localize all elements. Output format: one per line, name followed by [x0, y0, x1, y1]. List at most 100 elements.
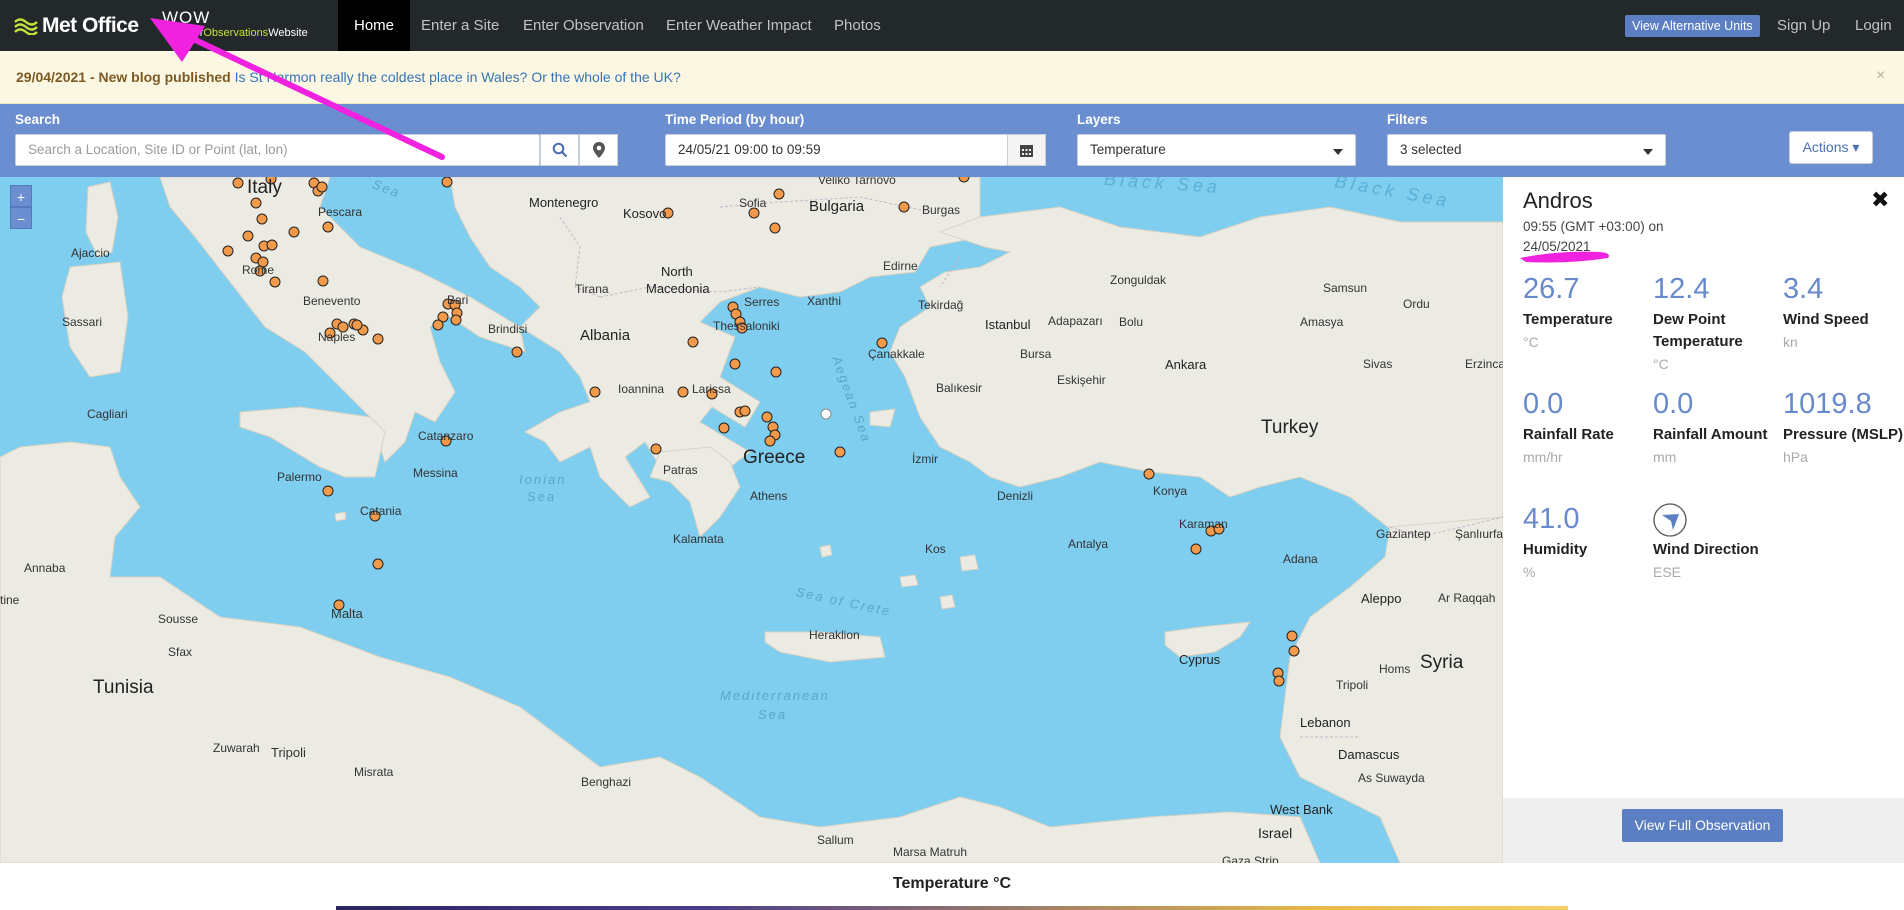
compass-arrow-icon [1653, 503, 1687, 537]
nav-enter-weather-impact[interactable]: Enter Weather Impact [650, 0, 828, 51]
map-label: Aleppo [1361, 591, 1402, 606]
banner-text: 29/04/2021 - New blog published Is St Ha… [16, 69, 681, 85]
map-label: Adapazarı [1048, 314, 1103, 328]
map-label: Xanthi [807, 294, 842, 308]
nav-enter-observation[interactable]: Enter Observation [507, 0, 660, 51]
map-label: Eskişehir [1057, 373, 1106, 387]
map-label: Heraklion [809, 628, 860, 642]
close-panel-button[interactable]: ✖ [1871, 187, 1889, 213]
search-button[interactable] [540, 134, 579, 166]
map-label: Zonguldak [1110, 273, 1167, 287]
map-label: İzmir [912, 452, 938, 466]
legend-title: Temperature °C [892, 875, 1012, 892]
chevron-down-icon [1333, 149, 1343, 155]
time-period-input[interactable]: 24/05/21 09:00 to 09:59 [665, 134, 1008, 166]
layers-selected-value: Temperature [1090, 142, 1166, 157]
layers-label: Layers [1077, 112, 1121, 127]
map-label: Catanzaro [418, 429, 474, 443]
map-label: Lebanon [1300, 715, 1351, 730]
map-label-tunisia: Tunisia [93, 677, 154, 698]
map-label: Misrata [354, 765, 394, 779]
map-label: tine [0, 593, 20, 607]
map-label: Konya [1153, 484, 1188, 498]
map-label: Cagliari [87, 407, 128, 421]
obs-temperature: 26.7 Temperature °C [1523, 273, 1643, 353]
map-label: Sfax [168, 645, 193, 659]
view-alternative-units-button[interactable]: View Alternative Units [1625, 15, 1760, 37]
map-label: Ordu [1403, 297, 1430, 311]
weather-map[interactable]: + − Italy Pescara Ajaccio Rome Sassari B… [0, 177, 1503, 863]
observation-time-line: 09:55 (GMT +03:00) on [1523, 219, 1664, 234]
search-input[interactable]: Search a Location, Site ID or Point (lat… [15, 134, 540, 166]
time-period-value: 24/05/21 09:00 to 09:59 [678, 142, 821, 157]
obs-unit: % [1523, 564, 1536, 580]
map-label-italy: Italy [247, 177, 282, 198]
map-label: Macedonia [646, 281, 710, 296]
map-label: Serres [744, 295, 780, 309]
map-label: Marsa Matruh [893, 845, 968, 859]
map-label: Antalya [1068, 537, 1109, 551]
banner-blog-link[interactable]: Is St Harmon really the coldest place in… [235, 69, 681, 85]
met-office-logo[interactable]: Met Office [14, 14, 139, 38]
obs-dew-point: 12.4 Dew Point Temperature °C [1653, 273, 1773, 375]
zoom-out-button[interactable]: − [10, 207, 32, 229]
obs-name: Wind Direction [1653, 541, 1759, 558]
actions-dropdown-button[interactable]: Actions ▾ [1789, 131, 1873, 164]
map-base-layer [0, 177, 1503, 863]
calendar-icon [1020, 144, 1033, 157]
chevron-down-icon [1643, 149, 1653, 155]
map-label: Benevento [303, 294, 361, 308]
map-label: Ar Raqqah [1438, 591, 1496, 605]
map-label: Rome [242, 263, 275, 277]
obs-value: 3.4 [1783, 273, 1824, 305]
calendar-button[interactable] [1007, 134, 1046, 166]
obs-value: 0.0 [1523, 388, 1564, 420]
map-label: Catania [360, 504, 402, 518]
locate-button[interactable] [579, 134, 618, 166]
obs-value: 12.4 [1653, 273, 1710, 305]
map-label: Sassari [62, 315, 103, 329]
obs-name: Wind Speed [1783, 311, 1869, 328]
map-label: Malta [331, 606, 363, 621]
filters-select[interactable]: 3 selected [1387, 134, 1666, 166]
sign-up-link[interactable]: Sign Up [1777, 0, 1830, 51]
nav-photos[interactable]: Photos [818, 0, 897, 51]
view-full-observation-button[interactable]: View Full Observation [1622, 809, 1783, 842]
map-label: Damascus [1338, 747, 1400, 762]
map-label: Brindisi [488, 322, 528, 336]
map-label: North [661, 264, 693, 279]
obs-value: 0.0 [1653, 388, 1694, 420]
banner-close-button[interactable]: × [1876, 67, 1885, 85]
wow-logo[interactable]: WOW WeatherObservationsWebsite [162, 8, 308, 39]
map-label: Homs [1379, 662, 1411, 676]
obs-unit: kn [1783, 334, 1798, 350]
obs-pressure: 1019.8 Pressure (MSLP) hPa [1783, 388, 1904, 468]
map-label: Athens [750, 489, 788, 503]
wind-direction-arrow-icon [1653, 503, 1773, 537]
map-label: Çanakkale [868, 347, 925, 361]
nav-home[interactable]: Home [338, 0, 411, 51]
map-label: Benghazi [581, 775, 632, 789]
map-label: Istanbul [985, 317, 1031, 332]
map-label: Gaza Strip [1222, 854, 1279, 863]
obs-wind-direction: Wind Direction ESE [1653, 503, 1773, 583]
map-label: Sousse [158, 612, 199, 626]
login-link[interactable]: Login [1855, 0, 1892, 51]
map-label: Messina [413, 466, 458, 480]
map-label: Burgas [922, 203, 961, 217]
obs-name: Rainfall Amount [1653, 426, 1768, 443]
map-label: Denizli [997, 489, 1034, 503]
obs-wind-speed: 3.4 Wind Speed kn [1783, 273, 1903, 353]
filters-selected-value: 3 selected [1400, 142, 1462, 157]
map-label: Kalamata [673, 532, 724, 546]
obs-rainfall-amount: 0.0 Rainfall Amount mm [1653, 388, 1773, 468]
map-label: Thessaloniki [713, 319, 780, 333]
zoom-in-button[interactable]: + [10, 185, 32, 207]
search-placeholder: Search a Location, Site ID or Point (lat… [28, 142, 288, 157]
nav-enter-a-site[interactable]: Enter a Site [405, 0, 515, 51]
map-label: Tekirdağ [918, 298, 964, 312]
map-label: Kosovo [623, 206, 667, 221]
brand-area[interactable]: Met Office WOW WeatherObservationsWebsit… [0, 0, 338, 51]
map-label: Patras [663, 463, 698, 477]
layers-select[interactable]: Temperature [1077, 134, 1356, 166]
